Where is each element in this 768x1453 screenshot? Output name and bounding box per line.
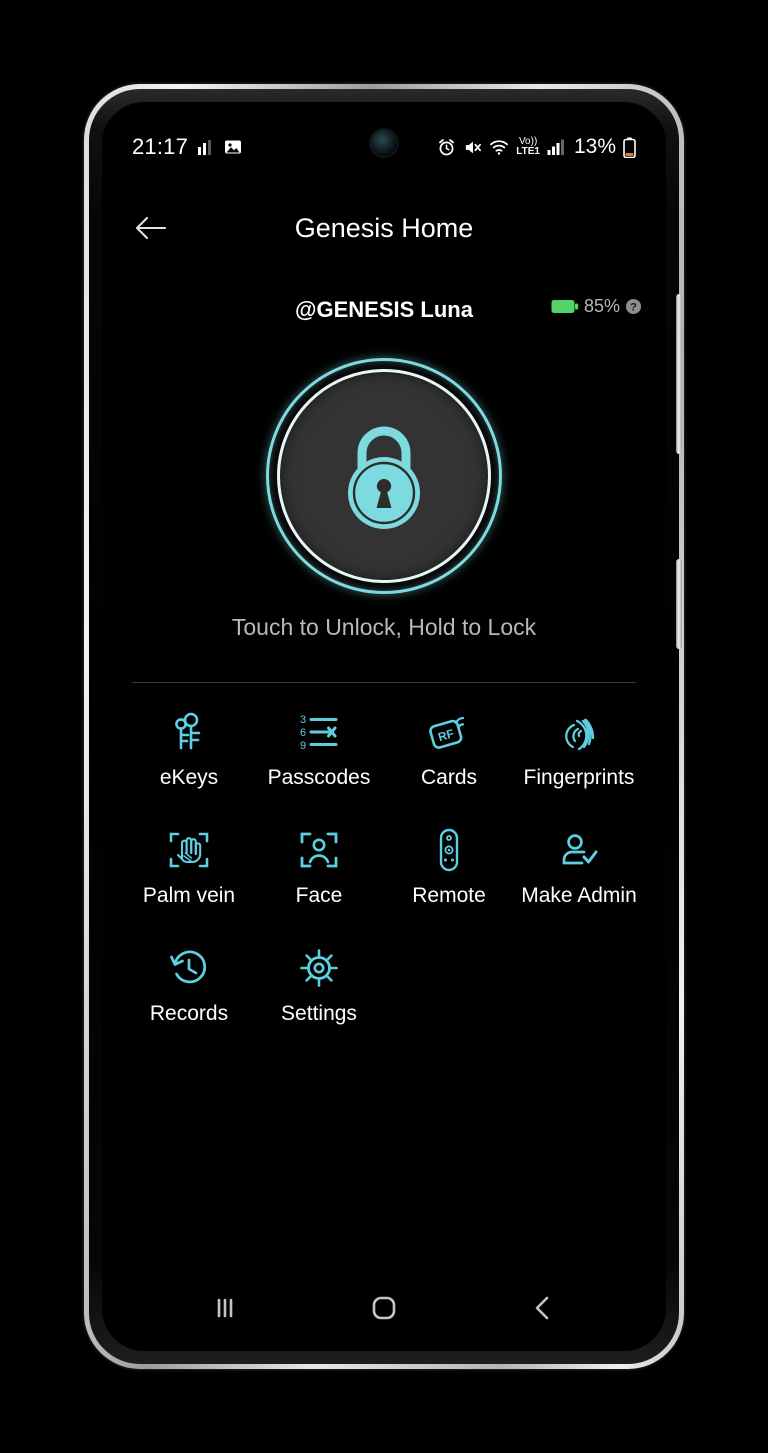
volte-lte1-icon: Vo)) LTE1 [516, 137, 540, 157]
palm-scan-icon [167, 828, 211, 872]
device-battery-text: 85% [583, 296, 620, 316]
home-square-icon [372, 1296, 396, 1320]
front-camera-icon [371, 130, 397, 156]
feature-records[interactable]: Records [124, 938, 254, 1034]
mute-icon [466, 141, 482, 153]
svg-text:RF: RF [436, 726, 455, 744]
gear-icon [298, 946, 340, 990]
phone-frame: 21:17 Vo)) LTE1 13% Genesis Home @GENESI… [84, 84, 684, 1369]
feature-settings[interactable]: Settings [254, 938, 384, 1034]
image-icon [225, 140, 242, 154]
feature-make-admin[interactable]: Make Admin [514, 820, 644, 916]
feature-label: Make Admin [521, 884, 637, 907]
signal-bars-icon [198, 140, 212, 155]
home-button[interactable] [351, 1282, 417, 1334]
status-bar-right: Vo)) LTE1 13% [437, 117, 636, 159]
question-mark-circle-icon[interactable]: ? [625, 298, 642, 315]
feature-label: Cards [420, 766, 478, 789]
status-battery-text: 13% [573, 135, 616, 158]
back-button[interactable] [128, 205, 174, 251]
phone-screen: 21:17 Vo)) LTE1 13% Genesis Home @GENESI… [102, 102, 666, 1351]
feature-label: Passcodes [267, 766, 371, 789]
lock-area [102, 350, 666, 602]
recents-button[interactable] [192, 1282, 258, 1334]
feature-label: Records [149, 1002, 229, 1025]
chevron-left-icon [535, 1296, 548, 1320]
feature-grid: eKeys 3 6 9 Passcodes RF Cards Fingerpri… [124, 702, 644, 1034]
svg-text:9: 9 [300, 740, 306, 752]
feature-ekeys[interactable]: eKeys [124, 702, 254, 798]
feature-label: Face [295, 884, 343, 907]
face-scan-icon [297, 828, 341, 872]
keys-icon [169, 710, 209, 754]
battery-full-green-icon [551, 300, 579, 313]
feature-remote[interactable]: Remote [384, 820, 514, 916]
feature-label: Remote [412, 884, 486, 907]
svg-text:6: 6 [300, 727, 306, 739]
back-nav-button[interactable] [510, 1282, 576, 1334]
feature-cards[interactable]: RF Cards [384, 702, 514, 798]
svg-text:3: 3 [300, 714, 306, 726]
feature-label: Fingerprints [523, 766, 635, 789]
passcode-list-icon: 3 6 9 [298, 710, 340, 754]
lock-hint-text: Touch to Unlock, Hold to Lock [231, 614, 537, 640]
lock-toggle-button[interactable] [266, 358, 502, 594]
svg-text:?: ? [630, 302, 637, 314]
status-clock: 21:17 [132, 134, 189, 159]
volume-button[interactable] [676, 294, 682, 454]
device-battery: 85% ? [551, 296, 642, 317]
feature-passcodes[interactable]: 3 6 9 Passcodes [254, 702, 384, 798]
android-nav-bar [102, 1275, 666, 1341]
power-button[interactable] [676, 559, 682, 649]
feature-palm-vein[interactable]: Palm vein [124, 820, 254, 916]
app-bar: Genesis Home [102, 197, 666, 259]
status-bar-left: 21:17 [132, 116, 242, 160]
feature-label: Palm vein [142, 884, 236, 907]
section-divider [132, 682, 636, 683]
padlock-locked-icon [348, 426, 420, 529]
wifi-icon [490, 139, 509, 155]
alarm-icon [439, 138, 455, 155]
battery-low-icon [623, 137, 636, 158]
phone-bezel: 21:17 Vo)) LTE1 13% Genesis Home @GENESI… [89, 89, 682, 1364]
feature-label: eKeys [159, 766, 219, 789]
device-row: @GENESIS Luna 85% ? [102, 290, 666, 330]
page-title: Genesis Home [294, 212, 474, 243]
arrow-left-icon [135, 216, 167, 240]
cellular-signal-icon [547, 139, 564, 155]
feature-fingerprints[interactable]: Fingerprints [514, 702, 644, 798]
person-check-icon [557, 828, 601, 872]
feature-face[interactable]: Face [254, 820, 384, 916]
recents-icon [218, 1298, 233, 1318]
lock-icon-wrap [266, 358, 502, 594]
fingerprint-icon [558, 710, 600, 754]
feature-label: Settings [281, 1002, 357, 1025]
history-clock-icon [168, 946, 210, 990]
rf-card-icon: RF [427, 710, 471, 754]
lte1-label: LTE1 [516, 146, 540, 157]
remote-control-icon [434, 828, 464, 872]
